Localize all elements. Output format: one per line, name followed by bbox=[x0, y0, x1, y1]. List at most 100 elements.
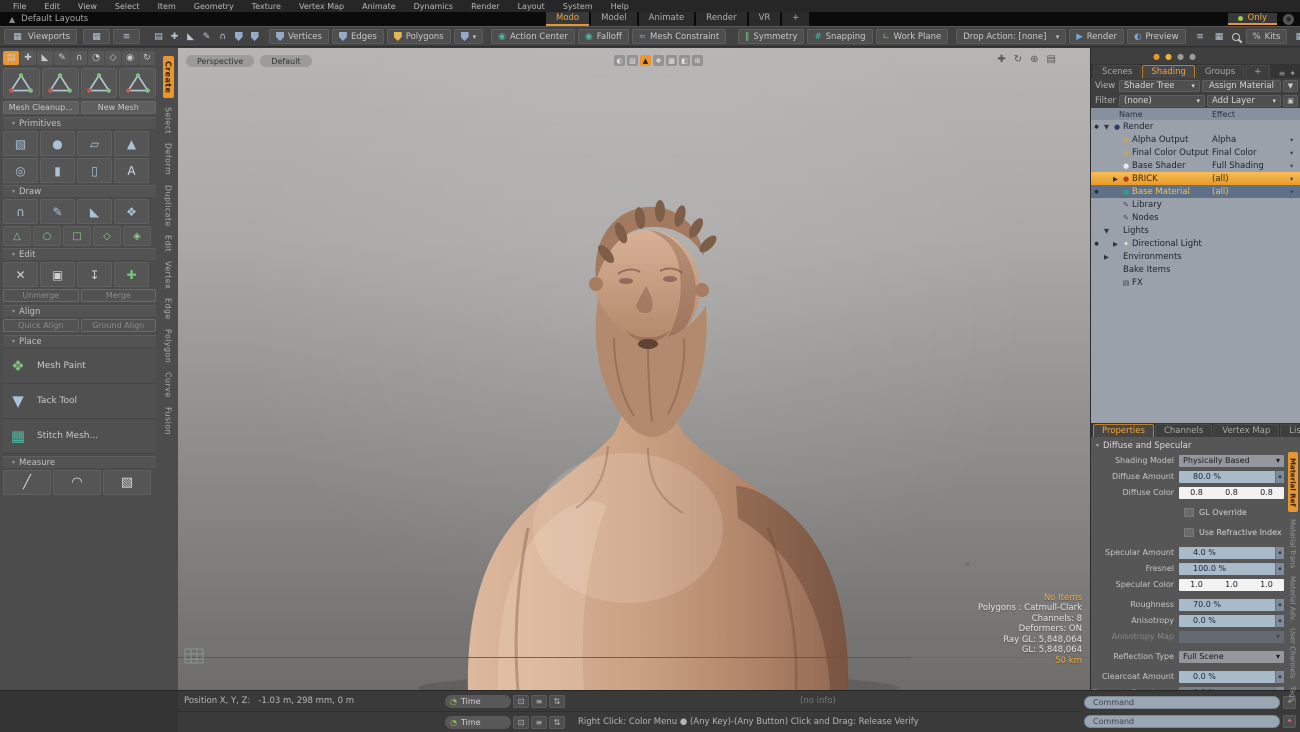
tree-item-render[interactable]: ●▼●Render bbox=[1091, 120, 1300, 133]
new-layer-icon[interactable]: ▣ bbox=[1283, 95, 1298, 107]
tree-item-directional-light[interactable]: ●▶✦Directional Light bbox=[1091, 237, 1300, 250]
sidebar-tab-polygon[interactable]: Polygon bbox=[164, 329, 173, 363]
options-icon[interactable]: ● bbox=[1189, 52, 1196, 61]
section-place[interactable]: Place bbox=[3, 335, 156, 347]
sidebar-tab-duplicate[interactable]: Duplicate bbox=[164, 185, 173, 227]
falloff-button[interactable]: ◉ Falloff bbox=[578, 29, 629, 44]
stepper-icon[interactable]: ▪ bbox=[1275, 471, 1284, 483]
print-icon[interactable]: ⊡ bbox=[513, 695, 529, 708]
menu-item-animate[interactable]: Animate bbox=[353, 2, 405, 11]
menu-item-geometry[interactable]: Geometry bbox=[185, 2, 243, 11]
presets-icon[interactable]: ● bbox=[1165, 52, 1172, 61]
sculpted-bust-model[interactable] bbox=[178, 48, 1090, 690]
effect-column-header[interactable]: Effect bbox=[1212, 110, 1300, 119]
solid-sketch-icon[interactable]: ▣ bbox=[40, 262, 75, 287]
sidebar-tab-edit[interactable]: Edit bbox=[164, 235, 173, 252]
capsule-icon[interactable]: ▯ bbox=[77, 158, 112, 183]
kits-button[interactable]: % Kits bbox=[1246, 29, 1288, 44]
default-tab[interactable]: Default bbox=[260, 55, 311, 67]
refresh-icon[interactable]: ↻ bbox=[139, 51, 155, 65]
slider-fresnel[interactable]: 100.0 %▪ bbox=[1179, 563, 1284, 575]
slider-specular-amount[interactable]: 4.0 %▪ bbox=[1179, 547, 1284, 559]
favorites-icon[interactable]: ● bbox=[1153, 52, 1160, 61]
panel-list-icon[interactable]: ≡ bbox=[113, 29, 140, 44]
layout-tab-animate[interactable]: Animate bbox=[639, 12, 695, 26]
layout-tab-model[interactable]: Model bbox=[591, 12, 637, 26]
sidebar-tab-vertex[interactable]: Vertex bbox=[164, 261, 173, 289]
unmerge-button[interactable]: Unmerge bbox=[3, 289, 79, 302]
section-measure[interactable]: Measure bbox=[3, 456, 156, 468]
plane-icon[interactable]: ▱ bbox=[77, 131, 112, 156]
list-icon[interactable]: ≡ bbox=[531, 695, 547, 708]
zoom-icon[interactable]: ⊕ bbox=[1030, 54, 1038, 65]
command-history-icon-2[interactable]: ✦ bbox=[1283, 715, 1296, 728]
dropdown-anisotropy-map[interactable]: ▾ bbox=[1179, 631, 1284, 643]
tab-channels[interactable]: Channels bbox=[1155, 424, 1212, 437]
drop-action-dropdown[interactable]: Drop Action: [none] ▾ bbox=[956, 29, 1066, 44]
pen-icon[interactable]: ✎ bbox=[54, 51, 70, 65]
tree-item-brick[interactable]: ▶●BRICK(all)▾ bbox=[1091, 172, 1300, 185]
orbit-icon[interactable]: ↻ bbox=[1014, 54, 1022, 65]
sidebar-tab-edge[interactable]: Edge bbox=[164, 298, 173, 320]
panels-icon[interactable]: ▦ bbox=[1293, 30, 1300, 44]
shader-tree-dropdown[interactable]: Shader Tree ▾ bbox=[1119, 80, 1200, 92]
arc-icon[interactable]: ∩ bbox=[71, 51, 87, 65]
menu-item-select[interactable]: Select bbox=[106, 2, 149, 11]
name-column-header[interactable]: Name bbox=[1091, 110, 1212, 119]
section-diffuse-specular[interactable]: Diffuse and Specular bbox=[1091, 439, 1300, 452]
perspective-tab[interactable]: Perspective bbox=[186, 55, 254, 67]
layout-tab-modo[interactable]: Modo bbox=[546, 12, 589, 26]
props-tab-material-ref[interactable]: Material Ref bbox=[1288, 452, 1298, 512]
history-icon[interactable]: ● bbox=[1177, 52, 1184, 61]
list-icon[interactable]: ≡ bbox=[531, 716, 547, 729]
print-icon[interactable]: ⊡ bbox=[513, 716, 529, 729]
dimension-icon[interactable]: ▧ bbox=[103, 470, 151, 495]
chevron-down-icon[interactable]: ▾ bbox=[1290, 175, 1300, 183]
symmetry-button[interactable]: ‖ Symmetry bbox=[738, 29, 804, 44]
tree-item-bake-items[interactable]: Bake Items bbox=[1091, 263, 1300, 276]
menu-item-texture[interactable]: Texture bbox=[243, 2, 290, 11]
sidebar-tab-create[interactable]: Create bbox=[163, 56, 174, 98]
text-icon[interactable]: A bbox=[114, 158, 149, 183]
sketch-icon[interactable]: ✎ bbox=[40, 199, 75, 224]
slider-clearcoat-amount[interactable]: 0.0 %▪ bbox=[1179, 671, 1284, 683]
stepper-icon[interactable]: ▪ bbox=[1275, 671, 1284, 683]
auto-select-icon[interactable]: ✚ bbox=[168, 30, 181, 44]
tab-properties[interactable]: Properties bbox=[1093, 424, 1154, 437]
color-diffuse-color[interactable]: 0.80.80.8 bbox=[1179, 487, 1284, 499]
cube-icon[interactable]: ▧ bbox=[3, 131, 38, 156]
wireframe-icon[interactable]: ❖ bbox=[653, 55, 664, 66]
mesh-cleanup-button[interactable]: Mesh Cleanup... bbox=[3, 101, 79, 114]
layouts-label[interactable]: Default Layouts bbox=[21, 14, 88, 24]
layout-switch-icon[interactable]: ▦ bbox=[83, 29, 110, 44]
sliders-icon[interactable]: ⇅ bbox=[549, 695, 565, 708]
items-mode-dropdown[interactable]: ▾ bbox=[454, 29, 484, 44]
menu-item-item[interactable]: Item bbox=[149, 2, 185, 11]
time-button[interactable]: ◔Time bbox=[445, 695, 511, 708]
place-item-tack-tool[interactable]: ▼Tack Tool bbox=[3, 384, 156, 419]
chevron-down-icon[interactable]: ▾ bbox=[1290, 149, 1300, 157]
gl-toggle-icon[interactable]: ▲ bbox=[640, 55, 651, 66]
mesh-tool-button[interactable] bbox=[81, 68, 118, 98]
user-account-icon[interactable]: ◉ bbox=[1283, 14, 1294, 25]
chevron-down-icon[interactable]: ▾ bbox=[1290, 188, 1300, 196]
expand-right-icon[interactable]: ▶ bbox=[1111, 240, 1120, 248]
visibility-eye-icon[interactable]: ● bbox=[1091, 124, 1102, 130]
cone-icon[interactable]: ▲ bbox=[114, 131, 149, 156]
expand-down-icon[interactable]: ▼ bbox=[1102, 227, 1111, 235]
props-tab-user-channels[interactable]: User Channels bbox=[1289, 628, 1297, 679]
pin-icon[interactable]: ↧ bbox=[77, 262, 112, 287]
lasso-select-icon[interactable]: ◣ bbox=[184, 30, 197, 44]
work-plane-button[interactable]: ∟ Work Plane bbox=[876, 29, 949, 44]
chevron-down-icon[interactable]: ▾ bbox=[1290, 136, 1300, 144]
shading-icon[interactable]: ▥ bbox=[627, 55, 638, 66]
menu-item-edit[interactable]: Edit bbox=[35, 2, 69, 11]
grid-icon[interactable]: ◧ bbox=[679, 55, 690, 66]
tab-vertex-map[interactable]: Vertex Map bbox=[1213, 424, 1279, 437]
angle-icon[interactable]: ◠ bbox=[53, 470, 101, 495]
tree-item-library[interactable]: ✎Library bbox=[1091, 198, 1300, 211]
tree-item-environments[interactable]: ▶Environments bbox=[1091, 250, 1300, 263]
viewports-button[interactable]: ▦ Viewports bbox=[4, 29, 77, 44]
panel-menu-icon[interactable]: ≡ bbox=[1279, 69, 1286, 78]
merge-tool-icon[interactable]: ✚ bbox=[114, 262, 149, 287]
